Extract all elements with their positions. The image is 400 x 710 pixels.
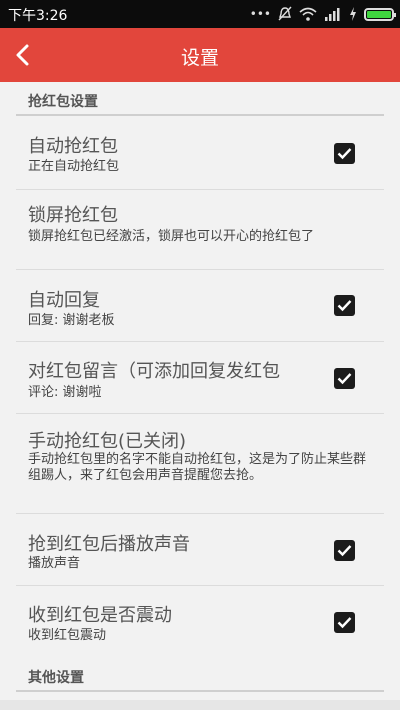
setting-subtitle: 收到红包震动 <box>28 628 107 643</box>
section-header-other: 其他设置 <box>0 660 400 692</box>
auto-grab-checkbox[interactable] <box>334 143 355 164</box>
setting-title: 对红包留言（可添加回复发红包 <box>28 361 280 382</box>
checkmark-icon <box>337 148 352 160</box>
section-title: 抢红包设置 <box>28 94 98 110</box>
setting-subtitle: 回复: 谢谢老板 <box>28 313 115 328</box>
auto-reply-checkbox[interactable] <box>334 295 355 316</box>
status-time: 下午3:26 <box>8 8 68 24</box>
checkmark-icon <box>337 545 352 557</box>
setting-red-packet-comment[interactable]: 对红包留言（可添加回复发红包 评论: 谢谢啦 <box>0 342 400 414</box>
setting-title: 自动抢红包 <box>28 136 118 157</box>
setting-vibrate[interactable]: 收到红包是否震动 收到红包震动 <box>0 586 400 658</box>
play-sound-checkbox[interactable] <box>334 540 355 561</box>
comment-checkbox[interactable] <box>334 368 355 389</box>
page-title: 设置 <box>180 47 219 69</box>
status-icons: ••• <box>249 4 396 24</box>
battery-icon <box>364 7 396 21</box>
setting-subtitle: 评论: 谢谢啦 <box>28 385 102 400</box>
list-bottom-edge <box>0 700 400 710</box>
status-bar: 下午3:26 ••• <box>0 0 400 28</box>
section-divider <box>16 114 384 116</box>
setting-title: 自动回复 <box>28 290 100 311</box>
section-title: 其他设置 <box>28 670 84 686</box>
setting-subtitle: 播放声音 <box>28 556 81 571</box>
section-header-grab: 抢红包设置 <box>0 84 400 116</box>
setting-play-sound[interactable]: 抢到红包后播放声音 播放声音 <box>0 514 400 586</box>
setting-subtitle: 正在自动抢红包 <box>28 159 120 174</box>
setting-subtitle: 锁屏抢红包已经激活，锁屏也可以开心的抢红包了 <box>28 229 315 244</box>
setting-auto-grab[interactable]: 自动抢红包 正在自动抢红包 <box>0 118 400 190</box>
setting-title: 手动抢红包(已关闭) <box>28 431 187 452</box>
app-bar: 设置 <box>0 28 400 82</box>
setting-manual-grab[interactable]: 手动抢红包(已关闭) 手动抢红包里的名字不能自动抢红包，这是为了防止某些群组踢人… <box>0 414 400 514</box>
setting-subtitle: 手动抢红包里的名字不能自动抢红包，这是为了防止某些群组踢人，来了红包会用声音提醒… <box>28 452 367 483</box>
charging-icon <box>350 7 356 21</box>
setting-lockscreen-grab[interactable]: 锁屏抢红包 锁屏抢红包已经激活，锁屏也可以开心的抢红包了 <box>0 190 400 270</box>
wifi-icon <box>299 7 317 21</box>
checkmark-icon <box>337 617 352 629</box>
section-divider <box>16 690 384 692</box>
notification-dots-icon: ••• <box>249 7 271 21</box>
setting-title: 抢到红包后播放声音 <box>28 534 190 555</box>
setting-title: 收到红包是否震动 <box>28 605 172 626</box>
mute-bell-icon <box>278 6 292 21</box>
signal-icon <box>325 8 340 21</box>
setting-title: 锁屏抢红包 <box>28 205 118 226</box>
vibrate-checkbox[interactable] <box>334 612 355 633</box>
checkmark-icon <box>337 300 352 312</box>
setting-auto-reply[interactable]: 自动回复 回复: 谢谢老板 <box>0 270 400 342</box>
checkmark-icon <box>337 373 352 385</box>
